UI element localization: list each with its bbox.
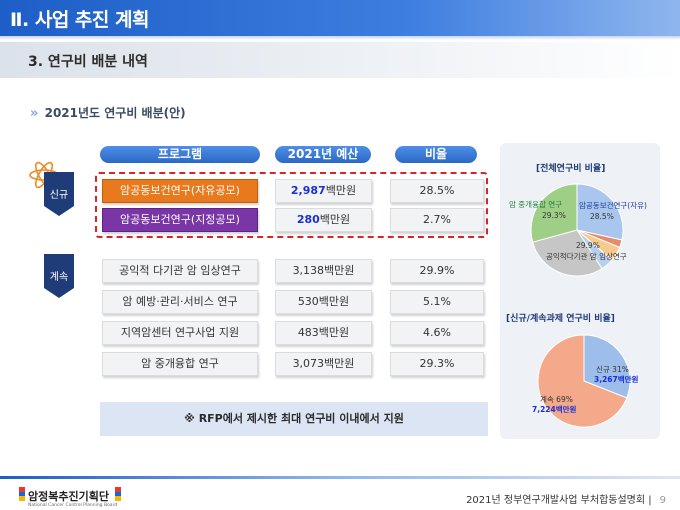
table-row-program: 암공동보건연구(자유공모): [102, 179, 258, 203]
col-header-budget: 2021년 예산: [275, 146, 371, 163]
table-row-program: 암 예방·관리·서비스 연구: [102, 290, 258, 314]
logo-bar-icon: [19, 487, 25, 501]
pie1-label-jayu: 암공동보건연구(자유): [579, 201, 647, 210]
table-row-program: 공익적 다기관 암 임상연구: [102, 259, 258, 283]
pie1-label-jayu-pct: 28.5%: [590, 212, 614, 221]
pie1-label-gongik: 공익적다기관 암 임상연구: [546, 252, 627, 261]
footer-event: 2021년 정부연구개발사업 부처합동설명회 | 9: [466, 495, 666, 506]
table-row-program: 암 중개융합 연구: [102, 352, 258, 376]
logo-bar-icon: [115, 487, 121, 501]
pie2-title: [신규/계속과제 연구비 비율]: [506, 314, 615, 324]
table-row-ratio: 5.1%: [390, 290, 484, 314]
table-row-program: 암공동보건연구(지정공모): [102, 208, 258, 232]
table-title: » 2021년도 연구비 배분(안): [30, 104, 186, 121]
table-row-budget: 3,138백만원: [275, 259, 372, 283]
pie2-label-cont-amt: 7,224백만원: [532, 405, 577, 414]
table-row-ratio: 2.7%: [390, 208, 484, 232]
section-heading: 3. 연구비 배분 내역: [28, 54, 148, 70]
table-row-program: 지역암센터 연구사업 지원: [102, 321, 258, 345]
footer-logo: 암정복추진기획단 National Cancer Control Plannin…: [28, 490, 118, 508]
pie1-label-gongik-pct: 29.9%: [576, 241, 600, 250]
table-row-ratio: 4.6%: [390, 321, 484, 345]
footnote-box: ※ RFP에서 제시한 최대 연구비 이내에서 지원: [100, 402, 488, 436]
pie1-label-junggae: 암 중개융합 연구: [509, 200, 563, 209]
group-label-continuing: 계속: [44, 254, 74, 298]
subheader-bar: 3. 연구비 배분 내역: [0, 42, 680, 78]
table-row-budget: 483백만원: [275, 321, 372, 345]
table-row-ratio: 29.3%: [390, 352, 484, 376]
pie2-label-new-amt: 3,267백만원: [594, 375, 639, 384]
page-title: Ⅱ. 사업 추진 계획: [10, 9, 149, 31]
pie-chart-total: [530, 183, 624, 277]
table-title-text: 2021년도 연구비 배분(안): [44, 106, 186, 120]
table-row-budget: 3,073백만원: [275, 352, 372, 376]
col-header-ratio: 비율: [395, 146, 477, 163]
table-row-ratio: 28.5%: [390, 179, 484, 203]
pie1-title: [전체연구비 비율]: [536, 164, 606, 174]
table-row-budget: 2,987백만원: [275, 179, 372, 203]
group-label-new: 신규: [44, 172, 74, 216]
col-header-program: 프로그램: [100, 146, 260, 163]
double-chevron-icon: »: [30, 106, 39, 121]
header-bar: Ⅱ. 사업 추진 계획: [0, 0, 680, 36]
pie1-label-junggae-pct: 29.3%: [542, 211, 566, 220]
table-row-budget: 280백만원: [275, 208, 372, 232]
table-row-budget: 530백만원: [275, 290, 372, 314]
table-row-ratio: 29.9%: [390, 259, 484, 283]
header-shadow: [0, 36, 680, 40]
page-number: 9: [659, 495, 666, 506]
